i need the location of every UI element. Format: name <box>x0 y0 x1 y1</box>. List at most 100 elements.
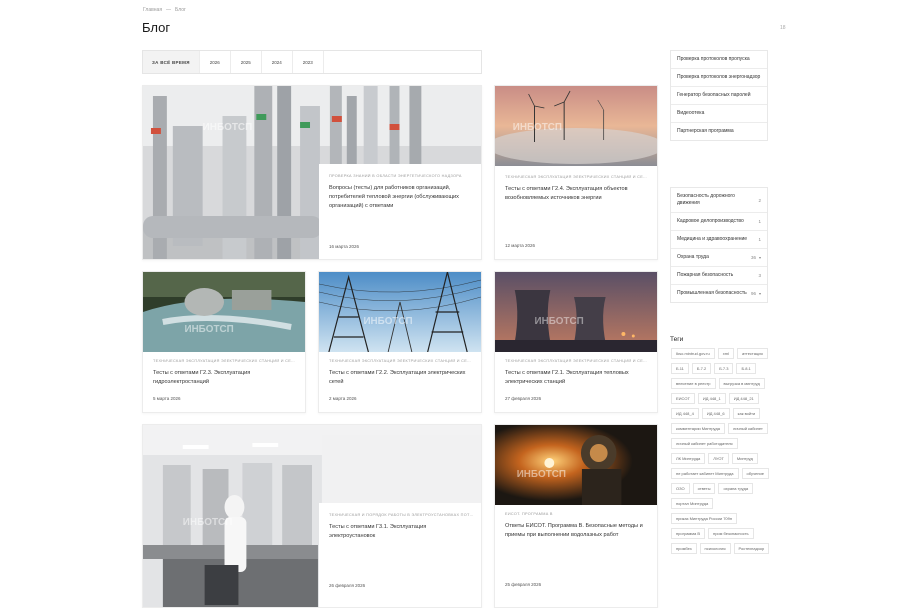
filter-tab-2025[interactable]: 2025 <box>231 51 262 73</box>
watermark-logo-text: ИНБОТСП <box>183 517 233 528</box>
category-count: 3 <box>758 273 761 278</box>
tag-link[interactable]: ЛУОТ <box>708 453 729 464</box>
filter-tab-all-time[interactable]: ЗА ВСЁ ВРЕМЯ <box>143 51 200 73</box>
card-category[interactable]: ТЕХНИЧЕСКАЯ ЭКСПЛУАТАЦИЯ ЭЛЕКТРИЧЕСКИХ С… <box>329 359 473 363</box>
tag-link[interactable]: Минтруд <box>731 453 758 464</box>
watermark-logo-text: ИНБОТСП <box>203 122 253 133</box>
tag-link[interactable]: комментарии Минтруда <box>671 423 725 434</box>
category-medicine[interactable]: Медицина и здравоохранение 1 <box>671 231 767 249</box>
tag-link[interactable]: личный кабинет <box>727 423 768 434</box>
sidebar-link-video[interactable]: Видеоотека <box>671 105 767 123</box>
card-category[interactable]: ЕИСОТ. ПРОГРАММА В <box>505 512 649 516</box>
card-image-power-lines: ИНБОТСП <box>319 272 481 352</box>
tag-link[interactable]: приказ Минтруда России 709н <box>671 513 738 524</box>
sidebar-link-password-generator[interactable]: Генератор безопасных паролей <box>671 87 767 105</box>
card-image-diver-welding: ИНБОТСП <box>495 425 657 505</box>
blog-card[interactable]: ИНБОТСП ТЕХНИЧЕСКАЯ И ПОРЯДОК РАБОТЫ В Э… <box>142 424 482 608</box>
tag-link[interactable]: ЛК Минтруда <box>671 453 706 464</box>
tag-link[interactable]: xml <box>717 348 734 359</box>
card-title[interactable]: Ответы ЕИСОТ. Программа В. Безопасные ме… <box>505 522 647 540</box>
blog-card[interactable]: ИНБОТСП ТЕХНИЧЕСКАЯ ЭКСПЛУАТАЦИЯ ЭЛЕКТРИ… <box>494 271 658 413</box>
tag-link[interactable]: ИД 448_6 <box>701 408 730 419</box>
category-fire-safety[interactable]: Пожарная безопасность 3 <box>671 267 767 285</box>
watermark-logo-text: ИНБОТСП <box>363 316 412 327</box>
breadcrumb-current: Блог <box>175 7 186 13</box>
chevron-down-icon[interactable]: ▾ <box>759 254 761 261</box>
blog-card[interactable]: ИНБОТСП ПРОВЕРКА ЗНАНИЙ В ОБЛАСТИ ЭНЕРГЕ… <box>142 85 482 260</box>
filter-tab-2024[interactable]: 2024 <box>262 51 293 73</box>
tag-link[interactable]: внесение в реестр <box>671 378 716 389</box>
tag-link[interactable]: Ikso.mintrud.gov.ru <box>671 348 715 359</box>
tag-link[interactable]: обучение <box>741 468 769 479</box>
tag-link[interactable]: ЕИСОТ <box>671 393 695 404</box>
tag-link[interactable]: программа В <box>671 528 706 539</box>
category-hr[interactable]: Кадровое делопроизводство 1 <box>671 213 767 231</box>
tag-link[interactable]: не работает кабинет Минтруда <box>671 468 739 479</box>
sidebar-link-check-energy[interactable]: Проверка протоколов энергонадзор <box>671 69 767 87</box>
sidebar-link-partner[interactable]: Партнерская программа <box>671 123 767 140</box>
category-industrial-safety[interactable]: Промышленная безопасность 96 ▾ <box>671 285 767 302</box>
card-title[interactable]: Тесты с ответами Г2.4. Эксплуатация объе… <box>505 185 647 203</box>
card-date: 2 марта 2026 <box>329 396 357 401</box>
tag-link[interactable]: ИД 448_21 <box>728 393 759 404</box>
watermark-logo-text: ИНБОТСП <box>535 316 584 327</box>
tag-link[interactable]: личный кабинет работодателя <box>671 438 738 449</box>
tag-link[interactable]: охрана труда <box>718 483 754 494</box>
tag-link[interactable]: Ростехнадзор <box>733 543 770 554</box>
card-date: 26 февраля 2026 <box>329 583 366 588</box>
category-count: 1 <box>758 237 761 242</box>
category-count: 96 <box>750 291 756 296</box>
tags-cloud: Ikso.mintrud.gov.ru xml аттестация Б.11 Б.7.… <box>671 348 771 554</box>
tag-link[interactable]: промбез <box>671 543 697 554</box>
card-title[interactable]: Тесты с ответами Г3.1. Эксплуатация элек… <box>329 523 473 541</box>
card-title[interactable]: Вопросы (тесты) для работников организац… <box>329 184 473 211</box>
card-category[interactable]: ТЕХНИЧЕСКАЯ И ПОРЯДОК РАБОТЫ В ЭЛЕКТРОУС… <box>329 513 475 517</box>
card-title[interactable]: Тесты с ответами Г2.3. Эксплуатация гидр… <box>153 369 295 387</box>
tag-link[interactable]: как войти <box>732 408 761 419</box>
breadcrumb: Главная — Блог <box>143 7 186 13</box>
blog-card[interactable]: ИНБОТСП ТЕХНИЧЕСКАЯ ЭКСПЛУАТАЦИЯ ЭЛЕКТРИ… <box>494 85 658 260</box>
card-category[interactable]: ТЕХНИЧЕСКАЯ ЭКСПЛУАТАЦИЯ ЭЛЕКТРИЧЕСКИХ С… <box>505 175 649 179</box>
card-date: 16 марта 2026 <box>329 244 360 249</box>
card-title[interactable]: Тесты с ответами Г2.1. Эксплуатация тепл… <box>505 369 647 387</box>
chevron-down-icon[interactable]: ▾ <box>759 290 761 297</box>
tag-link[interactable]: ИД 448_4 <box>671 408 699 419</box>
breadcrumb-home-link[interactable]: Главная <box>143 7 162 13</box>
tag-link[interactable]: Б.7.3 <box>714 363 734 374</box>
card-date: 12 марта 2026 <box>505 243 536 248</box>
sidebar-categories: Безопасность дорожного движения 2 Кадров… <box>670 187 768 303</box>
card-title[interactable]: Тесты с ответами Г2.2. Эксплуатация элек… <box>329 369 471 387</box>
sidebar-services: Проверка протоколов пропуска Проверка пр… <box>670 50 768 141</box>
tag-link[interactable]: портал Минтруда <box>671 498 714 509</box>
tag-link[interactable]: Б.11 <box>671 363 689 374</box>
card-image-cooling-towers: ИНБОТСП <box>495 272 657 352</box>
card-category[interactable]: ТЕХНИЧЕСКАЯ ЭКСПЛУАТАЦИЯ ЭЛЕКТРИЧЕСКИХ С… <box>505 359 649 363</box>
card-category[interactable]: ТЕХНИЧЕСКАЯ ЭКСПЛУАТАЦИЯ ЭЛЕКТРИЧЕСКИХ С… <box>153 359 297 363</box>
card-image-hydro-dam: ИНБОТСП <box>143 272 305 352</box>
blog-card[interactable]: ИНБОТСП ЕИСОТ. ПРОГРАММА В Ответы ЕИСОТ.… <box>494 424 658 608</box>
tag-link[interactable]: ответы <box>692 483 716 494</box>
watermark-logo-text: ИНБОТСП <box>184 324 233 335</box>
card-date: 25 февраля 2026 <box>505 582 542 587</box>
card-category[interactable]: ПРОВЕРКА ЗНАНИЙ В ОБЛАСТИ ЭНЕРГЕТИЧЕСКОГ… <box>329 174 475 178</box>
sidebar-link-check-protocols[interactable]: Проверка протоколов пропуска <box>671 51 767 69</box>
category-road-safety[interactable]: Безопасность дорожного движения 2 <box>671 188 767 213</box>
filter-tab-2026[interactable]: 2026 <box>200 51 231 73</box>
category-labor-safety[interactable]: Охрана труда 36 ▾ <box>671 249 767 267</box>
card-text-panel: ТЕХНИЧЕСКАЯ И ПОРЯДОК РАБОТЫ В ЭЛЕКТРОУС… <box>319 503 481 607</box>
blog-card[interactable]: ИНБОТСП ТЕХНИЧЕСКАЯ ЭКСПЛУАТАЦИЯ ЭЛЕКТРИ… <box>142 271 306 413</box>
blog-card[interactable]: ИНБОТСП ТЕХНИЧЕСКАЯ ЭКСПЛУАТАЦИЯ ЭЛЕКТРИ… <box>318 271 482 413</box>
tag-link[interactable]: психология <box>699 543 731 554</box>
breadcrumb-separator: — <box>166 7 172 13</box>
post-count: 18 <box>780 25 786 31</box>
tag-link[interactable]: выгрузка в минтруд <box>718 378 765 389</box>
tag-link[interactable]: ИД 448_1 <box>697 393 726 404</box>
card-date: 5 марта 2026 <box>153 396 181 401</box>
tag-link[interactable]: Б.7.2 <box>691 363 712 374</box>
tag-link[interactable]: пром безопасность <box>708 528 754 539</box>
tag-link[interactable]: ОЗО <box>671 483 690 494</box>
tag-link[interactable]: аттестация <box>736 348 768 359</box>
tag-link[interactable]: Б.8.1 <box>736 363 756 374</box>
filter-tab-2023[interactable]: 2023 <box>293 51 324 73</box>
page-title: Блог <box>142 20 171 35</box>
